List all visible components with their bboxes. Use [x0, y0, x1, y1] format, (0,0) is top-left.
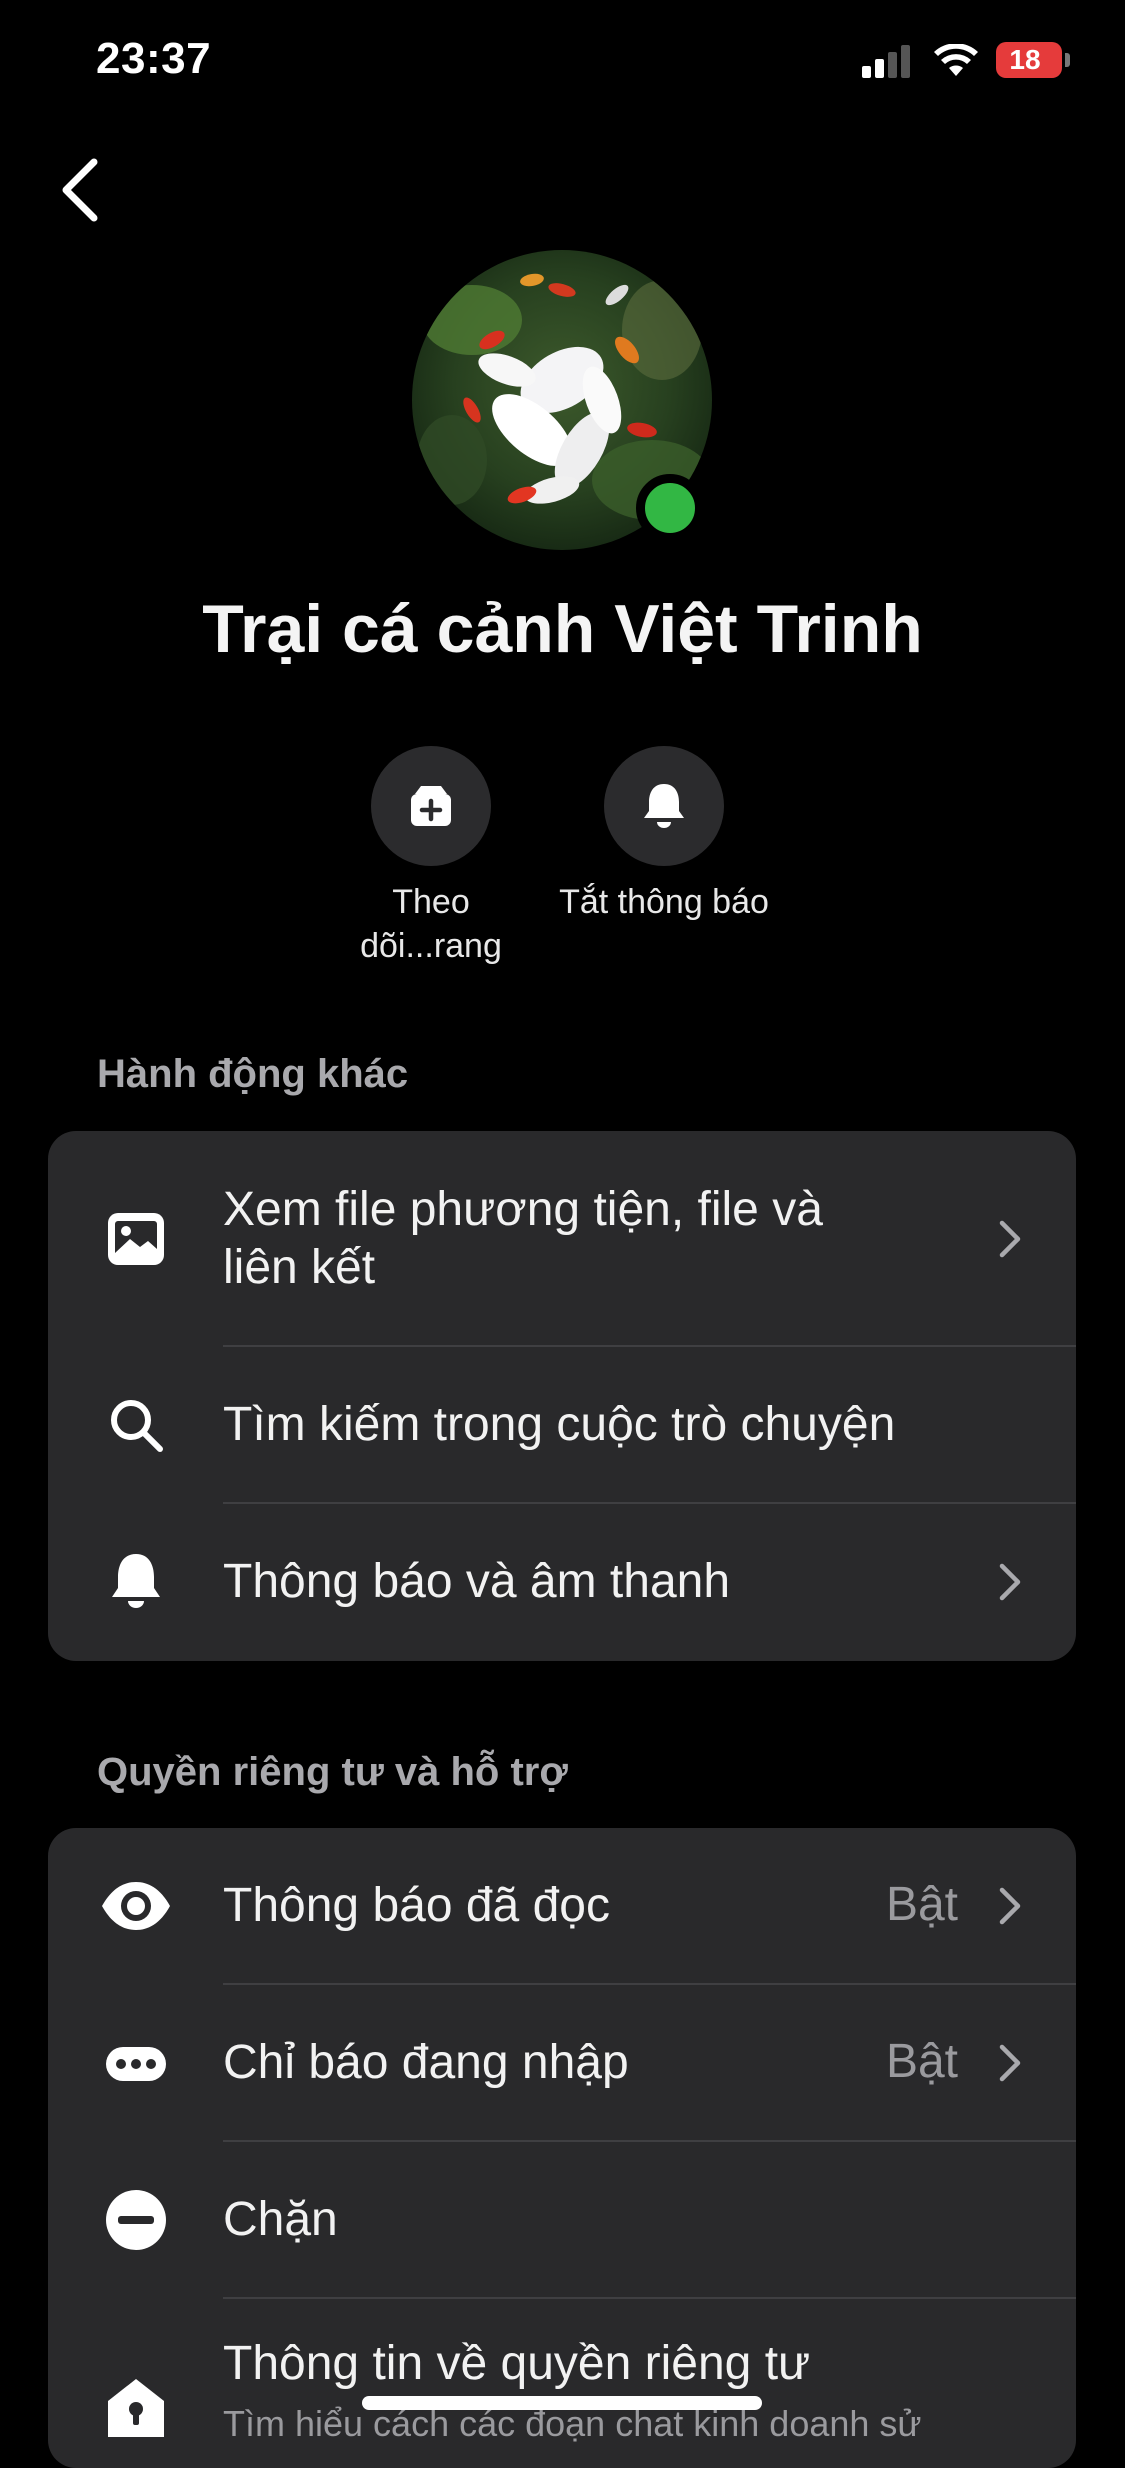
typing-indicator-row[interactable]: Chỉ báo đang nhập Bật: [48, 1985, 1076, 2142]
privacy-info-row[interactable]: Thông tin về quyền riêng tư Tìm hiểu các…: [48, 2299, 1076, 2468]
cellular-signal-icon: [862, 44, 912, 78]
bell-icon: [644, 784, 684, 828]
status-bar: 23:37 18: [0, 0, 1125, 120]
view-media-files-links-label: Xem file phương tiện, file và liên kết: [223, 1181, 926, 1297]
mute-notifications-label: Tắt thông báo: [559, 883, 769, 921]
privacy-support-card: Thông báo đã đọc Bật Chỉ báo đang nhập B…: [48, 1828, 1076, 2468]
wifi-icon: [934, 44, 978, 76]
block-icon: [106, 2190, 166, 2250]
battery-tip: [1065, 53, 1070, 67]
block-row[interactable]: Chặn: [48, 2142, 1076, 2299]
back-button[interactable]: [46, 150, 116, 230]
read-receipts-value: Bật: [885, 1878, 958, 1931]
image-icon: [108, 1213, 164, 1265]
battery-icon: 18: [996, 42, 1062, 78]
follow-page-label-line2: dõi...rang: [360, 927, 502, 965]
mute-notifications-circle[interactable]: [604, 746, 724, 866]
notifications-and-sounds-label: Thông báo và âm thanh: [223, 1555, 731, 1608]
follow-page-icon: [411, 786, 451, 826]
read-receipts-row[interactable]: Thông báo đã đọc Bật: [48, 1828, 1076, 1985]
typing-indicator-label: Chỉ báo đang nhập: [223, 2036, 629, 2089]
chevron-right-icon: [999, 1563, 1021, 1601]
read-receipts-label: Thông báo đã đọc: [223, 1879, 610, 1932]
notifications-and-sounds-row[interactable]: Thông báo và âm thanh: [48, 1504, 1076, 1661]
mute-notifications-button[interactable]: Tắt thông báo: [524, 746, 804, 924]
privacy-house-icon: [108, 2379, 164, 2437]
view-media-files-links-row[interactable]: Xem file phương tiện, file và liên kết: [48, 1131, 1076, 1347]
section-title-privacy-support: Quyền riêng tư và hỗ trợ: [97, 1750, 568, 1794]
privacy-info-label: Thông tin về quyền riêng tư: [223, 2337, 811, 2390]
search-in-conversation-label: Tìm kiếm trong cuộc trò chuyện: [223, 1398, 896, 1451]
view-media-label-line1: Xem file phương tiện, file và: [223, 1183, 823, 1236]
block-label: Chặn: [223, 2193, 338, 2246]
chevron-right-icon: [999, 2044, 1021, 2082]
home-indicator[interactable]: [362, 2396, 762, 2410]
online-status-badge: [636, 474, 704, 542]
profile-avatar-container[interactable]: [412, 250, 712, 550]
eye-icon: [102, 1882, 170, 1930]
battery-level: 18: [1009, 44, 1041, 75]
profile-name: Trại cá cảnh Việt Trinh: [202, 591, 923, 667]
typing-indicator-value: Bật: [885, 2035, 958, 2088]
chevron-right-icon: [999, 1220, 1021, 1258]
more-actions-card: Xem file phương tiện, file và liên kết T…: [48, 1131, 1076, 1661]
section-title-more-actions: Hành động khác: [97, 1052, 409, 1096]
follow-page-circle[interactable]: [371, 746, 491, 866]
chevron-left-icon: [62, 158, 98, 222]
search-icon: [111, 1400, 163, 1452]
status-time: 23:37: [96, 34, 212, 83]
typing-indicator-icon: [106, 2047, 166, 2081]
search-in-conversation-row[interactable]: Tìm kiếm trong cuộc trò chuyện: [48, 1347, 1076, 1504]
view-media-label-line2: liên kết: [223, 1241, 376, 1294]
bell-icon: [112, 1554, 160, 1608]
chevron-right-icon: [999, 1887, 1021, 1925]
